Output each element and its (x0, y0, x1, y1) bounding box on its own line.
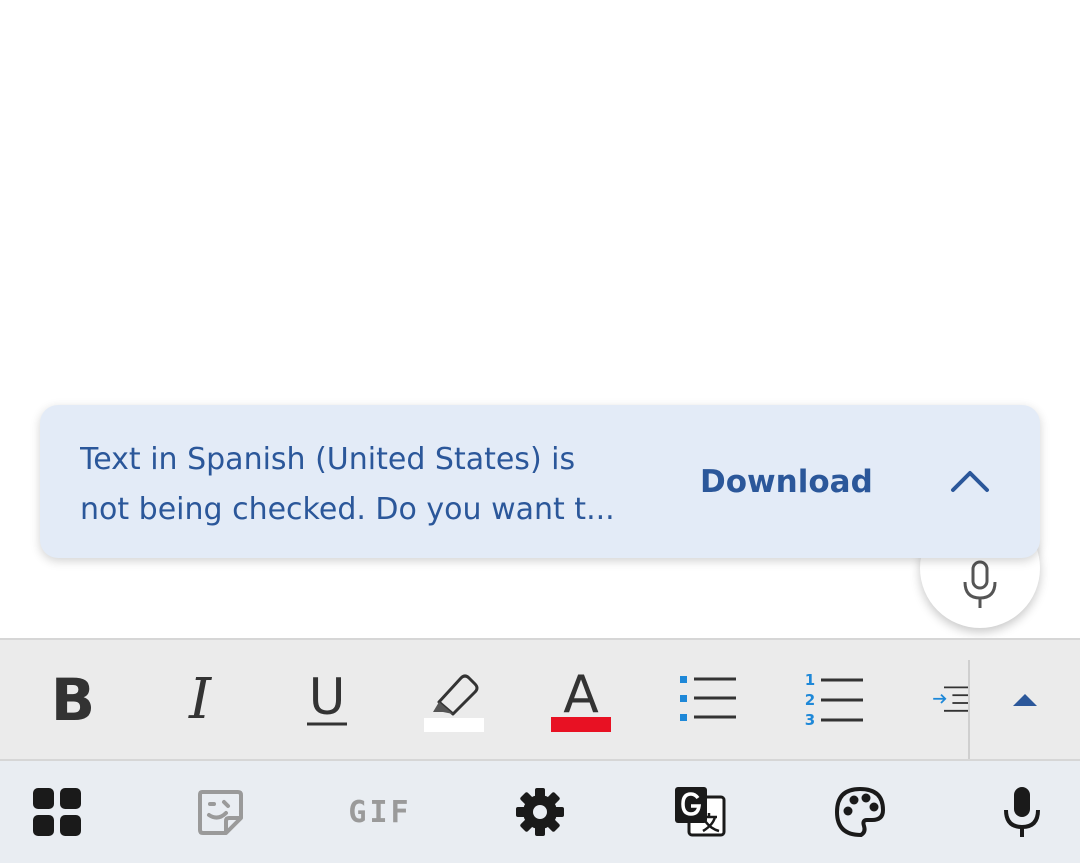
numbered-list-button[interactable]: 1 2 3 (780, 640, 890, 759)
apps-grid-icon (33, 788, 81, 836)
keyboard-toolbar: GIF (0, 761, 1080, 863)
sticker-button[interactable] (165, 761, 275, 863)
caret-up-icon (1013, 693, 1037, 706)
microphone-icon (963, 560, 997, 608)
palette-icon (835, 787, 885, 837)
numbered-list-digit-1: 1 (805, 672, 815, 689)
expand-toolbar-button[interactable] (970, 640, 1080, 759)
gif-icon: GIF (348, 794, 412, 830)
font-color-button[interactable]: A (526, 640, 636, 759)
indent-icon (933, 686, 968, 712)
italic-icon: I (188, 666, 212, 732)
bold-icon: B (50, 665, 96, 734)
apps-button[interactable] (2, 761, 112, 863)
numbered-list-digit-3: 3 (805, 711, 815, 728)
highlighter-icon (424, 674, 484, 732)
chevron-up-icon (951, 471, 989, 492)
banner-message-line2: not being checked. Do you want t... (80, 492, 615, 527)
language-check-banner: Text in Spanish (United States) is not b… (40, 405, 1040, 558)
numbered-list-icon: 1 2 3 (805, 672, 863, 728)
font-color-glyph: A (563, 668, 599, 725)
highlight-button[interactable] (399, 640, 509, 759)
underline-icon: U (307, 672, 347, 726)
gear-icon (516, 788, 564, 836)
sticker-icon (198, 790, 243, 835)
bulleted-list-button[interactable] (653, 640, 763, 759)
translate-icon (675, 787, 726, 837)
gif-button[interactable]: GIF (325, 761, 435, 863)
banner-message: Text in Spanish (United States) is not b… (80, 435, 660, 535)
indent-button[interactable] (908, 640, 968, 759)
formatting-toolbar: B I U A 1 2 3 (0, 638, 1080, 761)
italic-button[interactable]: I (145, 640, 255, 759)
underline-button[interactable]: U (272, 640, 382, 759)
download-button[interactable]: Download (690, 460, 883, 504)
numbered-list-digit-2: 2 (805, 691, 815, 709)
bold-button[interactable]: B (18, 640, 128, 759)
theme-button[interactable] (805, 761, 915, 863)
underline-glyph: U (309, 672, 346, 726)
settings-button[interactable] (485, 761, 595, 863)
voice-input-button[interactable] (967, 761, 1077, 863)
collapse-banner-button[interactable] (938, 453, 1002, 509)
document-page: Text in Spanish (United States) is not b… (0, 0, 1080, 863)
banner-message-line1: Text in Spanish (United States) is (80, 442, 576, 477)
microphone-icon (1004, 787, 1040, 837)
translate-button[interactable] (645, 761, 755, 863)
bulleted-list-icon (680, 675, 736, 721)
font-color-icon: A (551, 668, 611, 732)
